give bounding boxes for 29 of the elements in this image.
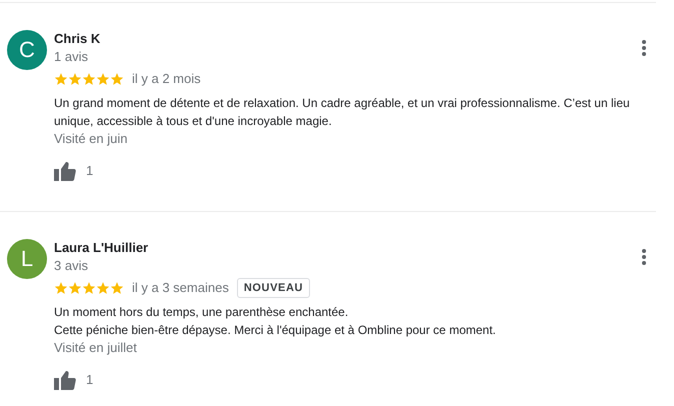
star-icon <box>96 72 110 86</box>
review-date: il y a 2 mois <box>132 70 201 88</box>
more-options-icon <box>642 249 646 265</box>
thumbs-up-icon[interactable] <box>54 370 76 390</box>
visit-date: Visité en juin <box>54 130 128 148</box>
like-count: 1 <box>86 162 94 180</box>
star-icon <box>54 72 68 86</box>
star-icon <box>110 281 124 295</box>
like-count: 1 <box>86 371 94 389</box>
review-date: il y a 3 semaines <box>132 279 229 297</box>
reviewer-name: Chris K <box>54 30 100 48</box>
visit-date: Visité en juillet <box>54 339 138 357</box>
star-icon <box>82 72 96 86</box>
star-icon <box>68 72 82 86</box>
star-icon <box>54 281 68 295</box>
more-options-icon <box>642 40 646 56</box>
review-count: 1 avis <box>54 48 89 66</box>
avatar: C <box>7 30 47 70</box>
avatar: L <box>7 239 47 279</box>
review-text: Un grand moment de détente et de relaxation. Un cadre agréable, et un vrai professionnalisme. C’est un lieu unique, accessible à tous et d'une incroyable magie. <box>54 95 631 130</box>
star-icon <box>68 281 82 295</box>
review-count: 3 avis <box>54 257 89 275</box>
new-badge: NOUVEAU <box>236 278 310 298</box>
star-icon <box>82 281 96 295</box>
review-text: Un moment hors du temps, une parenthèse enchantée. Cette péniche bien-être dépayse. Merci à l'équipage et à Ombline pour ce moment. <box>54 304 497 339</box>
star-icon <box>110 72 124 86</box>
thumbs-up-icon[interactable] <box>54 161 76 181</box>
reviewer-name: Laura L'Huillier <box>54 239 148 257</box>
star-icon <box>96 281 110 295</box>
